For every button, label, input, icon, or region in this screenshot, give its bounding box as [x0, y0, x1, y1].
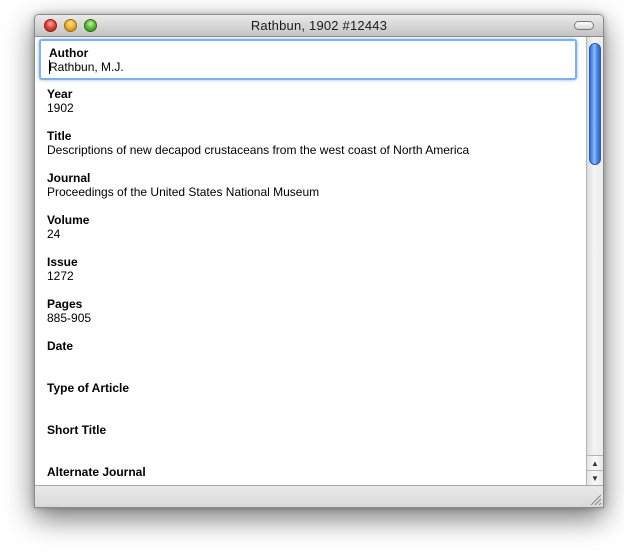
field-value-volume[interactable]: 24: [47, 227, 577, 242]
field-volume[interactable]: Volume 24: [47, 213, 577, 242]
field-label-pages: Pages: [47, 297, 83, 311]
field-value-journal[interactable]: Proceedings of the United States Nationa…: [47, 185, 577, 200]
field-author[interactable]: Author Rathbun, M.J.: [39, 39, 577, 80]
reference-window: Rathbun, 1902 #12443 Author Rathbun, M.J…: [34, 14, 604, 508]
field-issue[interactable]: Issue 1272: [47, 255, 577, 284]
resize-grip-icon[interactable]: [589, 493, 601, 505]
field-year[interactable]: Year 1902: [47, 87, 577, 116]
field-value-title[interactable]: Descriptions of new decapod crustaceans …: [47, 143, 577, 158]
scroll-down-button[interactable]: ▼: [587, 470, 603, 485]
field-type-of-article[interactable]: Type of Article: [47, 381, 577, 410]
window-title: Rathbun, 1902 #12443: [250, 18, 388, 33]
field-label-volume: Volume: [47, 213, 90, 227]
toolbar-toggle-icon[interactable]: [574, 21, 594, 30]
field-label-journal: Journal: [47, 171, 91, 185]
scroll-thumb[interactable]: [589, 43, 601, 165]
field-label-year: Year: [47, 87, 73, 101]
field-label-title: Title: [47, 129, 72, 143]
reference-fields: Author Rathbun, M.J. Year 1902 Title Des…: [35, 37, 586, 485]
field-value-type-of-article[interactable]: [47, 395, 577, 410]
field-short-title[interactable]: Short Title: [47, 423, 577, 452]
vertical-scrollbar[interactable]: ▲ ▼: [586, 37, 603, 485]
field-pages[interactable]: Pages 885-905: [47, 297, 577, 326]
field-label-type-of-article: Type of Article: [47, 381, 130, 395]
field-value-pages[interactable]: 885-905: [47, 311, 577, 326]
field-value-year[interactable]: 1902: [47, 101, 577, 116]
field-title[interactable]: Title Descriptions of new decapod crusta…: [47, 129, 577, 158]
title-bar[interactable]: Rathbun, 1902 #12443: [35, 15, 603, 37]
field-label-author: Author: [49, 46, 89, 60]
status-bar: [35, 485, 603, 507]
field-value-short-title[interactable]: [47, 437, 577, 452]
field-value-date[interactable]: [47, 353, 577, 368]
field-label-alternate-journal: Alternate Journal: [47, 465, 146, 479]
field-label-date: Date: [47, 339, 74, 353]
author-input[interactable]: Rathbun, M.J.: [49, 60, 575, 75]
field-value-issue[interactable]: 1272: [47, 269, 577, 284]
scroll-up-button[interactable]: ▲: [587, 455, 603, 470]
field-label-issue: Issue: [47, 255, 78, 269]
field-date[interactable]: Date: [47, 339, 577, 368]
field-journal[interactable]: Journal Proceedings of the United States…: [47, 171, 577, 200]
field-label-short-title: Short Title: [47, 423, 107, 437]
field-alternate-journal[interactable]: Alternate Journal: [47, 465, 577, 485]
field-value-author: Rathbun, M.J.: [49, 60, 124, 74]
